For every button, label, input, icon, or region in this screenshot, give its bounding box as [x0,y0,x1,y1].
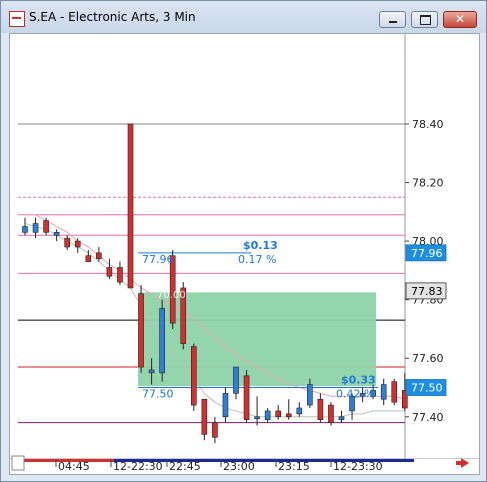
price-tag-label: 77.96 [411,247,443,260]
measure-bottom-price-label: 77.50 [142,388,174,401]
scroll-right-arrow-shaft[interactable] [456,461,462,465]
candle-body[interactable] [317,398,324,421]
candle-body[interactable] [328,404,334,423]
x-tick-label: 23:00 [223,460,255,473]
candle-body[interactable] [380,384,387,400]
candle-body[interactable] [148,369,155,374]
candle-body[interactable] [96,252,102,259]
y-tick-label: 78.20 [412,177,444,190]
price-tag-label: 77.50 [411,382,443,395]
candle-body[interactable] [127,123,134,289]
candle-body[interactable] [233,366,239,394]
x-tick-label: 12-22:30 [113,460,163,473]
candle-body[interactable] [74,240,81,248]
minimize-button[interactable] [379,11,406,28]
measure-top-price-label: 77.96 [142,253,174,266]
candle-body[interactable] [264,410,271,421]
title-bar[interactable]: S.EA - Electronic Arts, 3 Min ✕ [1,1,486,33]
candle-body[interactable] [64,237,71,248]
chart-window: S.EA - Electronic Arts, 3 Min ✕ 78.40 78.… [0,0,487,482]
candle-body[interactable] [138,293,144,368]
maximize-button[interactable] [411,11,438,28]
candle-body[interactable] [201,398,208,435]
close-button[interactable]: ✕ [443,11,477,28]
x-tick-label: 23:15 [278,460,310,473]
candle-body[interactable] [159,308,165,374]
candle-body[interactable] [85,255,92,262]
y-tick-label: 78.40 [412,118,444,131]
candle-body[interactable] [307,384,313,406]
candle-body[interactable] [254,416,260,420]
measure-top-percent-label: 0.17 % [238,253,276,266]
minimize-icon [389,21,397,23]
candle-body[interactable] [53,232,60,236]
candle-body[interactable] [338,416,345,421]
candle-body[interactable] [117,267,123,283]
measure-bottom-delta-label: $0.33 [341,374,376,387]
candle-body[interactable] [285,413,292,418]
chart-app-icon [9,11,25,27]
chart-panel: 78.40 78.20 78.00 77.80 77.60 77.40 77.96 $0.13… [9,33,480,475]
measure-top-delta-label: $0.13 [243,239,278,252]
candle-body[interactable] [22,226,28,233]
candle-body[interactable] [243,375,250,421]
candle-body[interactable] [296,407,303,415]
y-tick-label: 77.40 [412,411,444,424]
x-tick-label: 12-23:30 [333,460,383,473]
candle-body[interactable] [43,220,49,233]
x-tick-label: 22:45 [169,460,201,473]
candle-body[interactable] [191,346,197,406]
candle-body[interactable] [212,422,218,438]
x-tick-label: 04:45 [58,460,90,473]
y-tick-label: 77.60 [412,352,444,365]
scroll-corner-box[interactable] [11,455,25,471]
price-tag-label: 77.83 [411,285,443,298]
candle-body[interactable] [391,381,398,403]
candle-body[interactable] [275,410,282,418]
candle-body[interactable] [106,267,113,277]
candle-body[interactable] [32,223,39,233]
close-icon: ✕ [454,12,466,26]
maximize-icon [420,15,431,25]
candlestick-chart[interactable]: 78.4078.2078.0077.8077.6077.4077.96$0.13… [10,34,479,474]
measure-bottom-percent-label: 0.42 % [336,388,374,401]
candle-body[interactable] [222,393,229,418]
faint-overlay-label: 70.00 [157,290,186,301]
window-title: S.EA - Electronic Arts, 3 Min [29,10,196,24]
